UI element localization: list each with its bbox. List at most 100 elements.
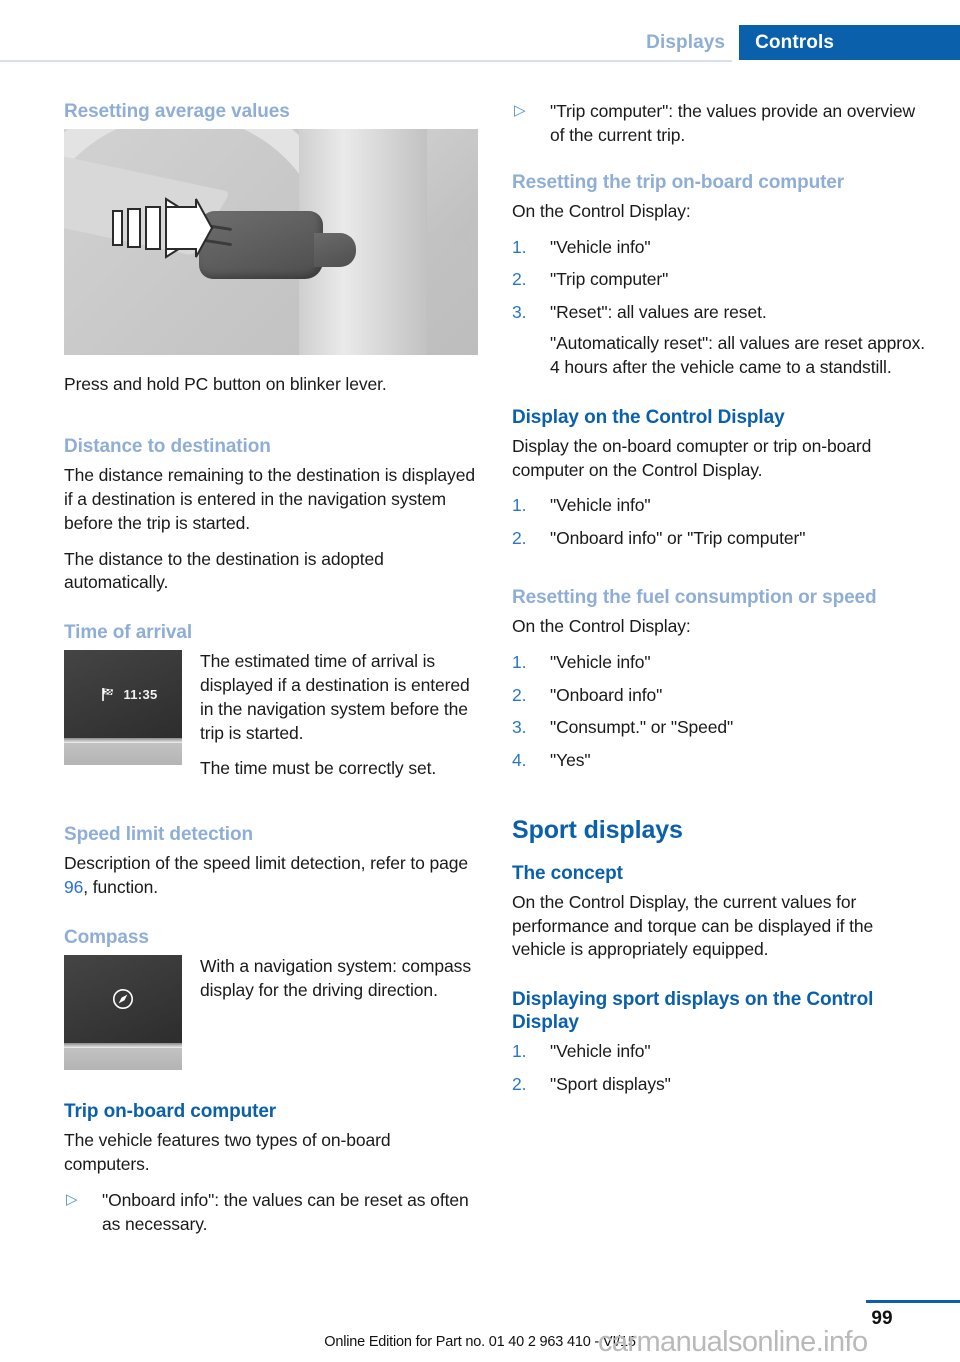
paragraph-distance-2: The distance to the destination is adopt… bbox=[64, 548, 384, 593]
tab-controls[interactable]: Controls bbox=[739, 25, 960, 60]
list-item-label: "Sport displays" bbox=[550, 1074, 671, 1095]
blinker-lever-illustration bbox=[64, 129, 478, 356]
list-item: 2. "Trip computer" bbox=[512, 268, 928, 292]
display-content: 11:35 bbox=[100, 686, 157, 702]
heading-the-concept: The concept bbox=[512, 862, 623, 884]
list-item-label: "Trip computer" bbox=[550, 269, 669, 290]
tab-controls-label: Controls bbox=[755, 31, 834, 53]
time-of-arrival-text: The estimated time of arrival is display… bbox=[200, 650, 480, 793]
step-number: 3. bbox=[512, 717, 527, 738]
arrival-time-value: 11:35 bbox=[123, 686, 158, 702]
list-item-label: "Vehicle info" bbox=[550, 1041, 651, 1062]
list-item-label: "Vehicle info" bbox=[550, 495, 651, 516]
list-item: 1. "Vehicle info" bbox=[512, 236, 928, 260]
time-of-arrival-block: 11:35 The estimated time of arrival is d… bbox=[64, 650, 480, 793]
list-item: ▷ "Onboard info": the values can be rese… bbox=[64, 1189, 480, 1237]
list-item-label: "Onboard info" or "Trip computer" bbox=[550, 528, 806, 549]
trip-onboard-bullet-list: ▷ "Onboard info": the values can be rese… bbox=[64, 1189, 480, 1237]
step-number: 4. bbox=[512, 750, 527, 771]
list-item-label: "Onboard info" bbox=[550, 684, 663, 705]
list-item: 1. "Vehicle info" bbox=[512, 494, 928, 518]
speed-limit-text-before: Description of the speed limit detection… bbox=[64, 853, 469, 874]
sport-displays-steps: 1. "Vehicle info" 2. "Sport displays" bbox=[512, 1040, 928, 1097]
right-column: ▷ "Trip computer": the values provide an… bbox=[512, 100, 928, 1106]
paragraph-automatically-reset: "Automatically reset": all values are re… bbox=[550, 332, 925, 377]
paragraph-speed-limit: Description of the speed limit detection… bbox=[64, 852, 480, 900]
step-number: 2. bbox=[512, 1074, 527, 1095]
paragraph-arrival-1: The estimated time of arrival is display… bbox=[200, 651, 470, 743]
heading-resetting-fuel-consumption: Resetting the fuel consumption or speed bbox=[512, 586, 877, 608]
heading-displaying-sport-displays: Displaying sport displays on the Control… bbox=[512, 989, 874, 1034]
triangle-bullet-icon: ▷ bbox=[514, 102, 526, 119]
compass-text: With a navigation system: compass displa… bbox=[200, 955, 480, 1015]
list-item-label: "Onboard info": the values can be reset … bbox=[102, 1189, 469, 1234]
list-item-label: "Yes" bbox=[550, 750, 591, 771]
site-watermark: carmanualsonline.info bbox=[598, 1326, 868, 1358]
compass-display-image bbox=[64, 955, 182, 1071]
paragraph-resetting-fuel-intro: On the Control Display: bbox=[512, 616, 691, 637]
paragraph-trip-onboard-1: The vehicle features two types of on-boa… bbox=[64, 1130, 391, 1175]
list-item-label: "Trip computer": the values provide an o… bbox=[550, 101, 916, 145]
paragraph-distance-1: The distance remaining to the destinatio… bbox=[64, 465, 475, 533]
list-item-label: "Vehicle info" bbox=[550, 651, 651, 672]
display-screen bbox=[64, 955, 182, 1044]
checkered-flag-icon bbox=[102, 688, 114, 702]
paragraph-compass-1: With a navigation system: compass displa… bbox=[200, 956, 471, 1001]
page-number: 99 bbox=[871, 1308, 893, 1329]
heading-resetting-trip-onboard-computer: Resetting the trip on-board computer bbox=[512, 171, 845, 193]
resetting-trip-steps: 1. "Vehicle info" 2. "Trip computer" 3. … bbox=[512, 236, 928, 325]
press-direction-arrow-icon bbox=[112, 197, 214, 259]
step-number: 1. bbox=[512, 236, 527, 257]
list-item: ▷ "Trip computer": the values provide an… bbox=[512, 100, 928, 148]
blinker-lever-tip bbox=[314, 233, 356, 268]
speed-limit-text-after: , function. bbox=[83, 877, 159, 898]
display-lower-strip bbox=[64, 743, 182, 766]
page-reference-link[interactable]: 96 bbox=[64, 877, 83, 897]
display-on-control-steps: 1. "Vehicle info" 2. "Onboard info" or "… bbox=[512, 494, 928, 551]
step-number: 1. bbox=[512, 495, 527, 516]
heading-trip-onboard-computer: Trip on-board computer bbox=[64, 1101, 277, 1123]
list-item-label: "Vehicle info" bbox=[550, 236, 651, 257]
step-number: 2. bbox=[512, 528, 527, 549]
list-item: 3. "Reset": all values are reset. bbox=[512, 301, 928, 325]
display-lower-strip bbox=[64, 1048, 182, 1071]
paragraph-concept: On the Control Display, the current valu… bbox=[512, 891, 874, 960]
heading-distance-to-destination: Distance to destination bbox=[64, 435, 271, 457]
heading-time-of-arrival: Time of arrival bbox=[64, 622, 193, 644]
header-divider bbox=[0, 60, 732, 62]
time-of-arrival-display-image: 11:35 bbox=[64, 650, 182, 766]
heading-compass: Compass bbox=[64, 927, 149, 949]
list-item: 3. "Consumpt." or "Speed" bbox=[512, 716, 928, 740]
triangle-bullet-icon: ▷ bbox=[66, 1190, 78, 1208]
list-item: 1. "Vehicle info" bbox=[512, 1040, 928, 1064]
list-item: 2. "Onboard info" bbox=[512, 684, 928, 708]
compass-icon bbox=[113, 989, 133, 1010]
page-header: Displays Controls bbox=[0, 0, 960, 62]
list-item: 2. "Sport displays" bbox=[512, 1073, 928, 1097]
continued-bullet-list: ▷ "Trip computer": the values provide an… bbox=[512, 100, 928, 148]
list-item: 4. "Yes" bbox=[512, 749, 928, 773]
caption-blinker-lever: Press and hold PC button on blinker leve… bbox=[64, 374, 387, 395]
step-number: 1. bbox=[512, 1041, 527, 1062]
resetting-fuel-steps: 1. "Vehicle info" 2. "Onboard info" 3. "… bbox=[512, 651, 928, 773]
compass-block: With a navigation system: compass displa… bbox=[64, 955, 480, 1071]
tab-displays[interactable]: Displays bbox=[632, 25, 740, 60]
heading-speed-limit-detection: Speed limit detection bbox=[64, 824, 253, 846]
left-column: Resetting average values Press and hold … bbox=[64, 100, 480, 1246]
list-item: 1. "Vehicle info" bbox=[512, 651, 928, 675]
heading-sport-displays: Sport displays bbox=[512, 816, 683, 845]
tab-displays-label: Displays bbox=[646, 31, 726, 53]
heading-display-on-control-display: Display on the Control Display bbox=[512, 406, 785, 428]
list-item: 2. "Onboard info" or "Trip computer" bbox=[512, 527, 928, 551]
paragraph-resetting-trip-intro: On the Control Display: bbox=[512, 200, 691, 221]
